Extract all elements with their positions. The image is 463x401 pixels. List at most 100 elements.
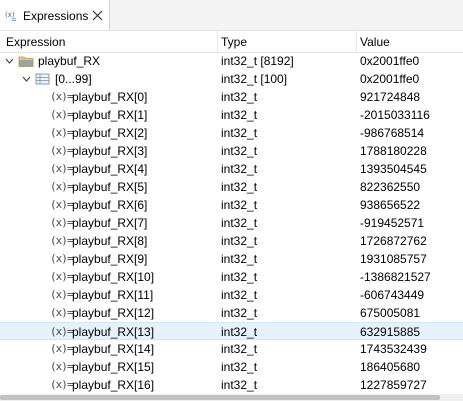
table-row[interactable]: (x)= playbuf_RX[5] int32_t 822362550 xyxy=(0,178,463,196)
view-tab-bar: (x) = Expressions xyxy=(0,0,463,30)
expression-type: int32_t xyxy=(221,270,258,284)
expression-value[interactable]: 822362550 xyxy=(360,180,420,194)
expression-value[interactable]: 0x2001ffe0 xyxy=(360,72,419,86)
table-row[interactable]: (x)= playbuf_RX[0] int32_t 921724848 xyxy=(0,88,463,106)
expression-name: playbuf_RX[2] xyxy=(72,126,148,140)
table-row[interactable]: (x)= playbuf_RX[11] int32_t -606743449 xyxy=(0,286,463,304)
expression-type: int32_t xyxy=(221,325,258,339)
expression-value[interactable]: -919452571 xyxy=(360,216,424,230)
expression-name: [0...99] xyxy=(55,72,92,86)
tree-row-range[interactable]: [0...99] int32_t [100] 0x2001ffe0 xyxy=(0,70,463,88)
expression-name: playbuf_RX[11] xyxy=(72,288,154,302)
variable-icon: (x)= xyxy=(50,162,73,175)
table-row[interactable]: (x)= playbuf_RX[4] int32_t 1393504545 xyxy=(0,160,463,178)
column-expression[interactable]: Expression xyxy=(6,35,65,49)
variable-icon: (x)= xyxy=(50,325,73,338)
expression-type: int32_t [100] xyxy=(221,72,288,86)
variable-icon: (x)= xyxy=(50,90,73,103)
expression-type: int32_t xyxy=(221,162,258,176)
variable-icon: (x)= xyxy=(50,108,73,121)
expression-type: int32_t xyxy=(221,126,258,140)
table-row[interactable]: (x)= playbuf_RX[10] int32_t -1386821527 xyxy=(0,268,463,286)
table-row[interactable]: (x)= playbuf_RX[7] int32_t -919452571 xyxy=(0,214,463,232)
expression-type: int32_t xyxy=(221,234,258,248)
expression-type: int32_t xyxy=(221,180,258,194)
expression-value[interactable]: 1931085757 xyxy=(360,252,427,266)
table-row[interactable]: (x)= playbuf_RX[13] int32_t 632915885 xyxy=(0,322,463,340)
column-header: Expression Type Value xyxy=(0,31,463,53)
expression-type: int32_t xyxy=(221,360,258,374)
expression-name: playbuf_RX[0] xyxy=(72,90,148,104)
table-row[interactable]: (x)= playbuf_RX[12] int32_t 675005081 xyxy=(0,304,463,322)
expression-name: playbuf_RX[6] xyxy=(72,198,148,212)
expression-type: int32_t xyxy=(221,252,258,266)
variable-icon: (x)= xyxy=(50,126,73,139)
variable-icon: (x)= xyxy=(50,144,73,157)
tab-title: Expressions xyxy=(23,9,89,23)
expression-type: int32_t xyxy=(221,216,258,230)
tree-row-root[interactable]: playbuf_RX int32_t [8192] 0x2001ffe0 xyxy=(0,52,463,70)
variable-icon: (x)= xyxy=(50,378,73,391)
folder-icon xyxy=(18,56,34,67)
expression-value[interactable]: -606743449 xyxy=(360,288,424,302)
expression-value[interactable]: 1227859727 xyxy=(360,378,427,392)
chevron-down-icon[interactable] xyxy=(5,57,14,65)
expression-type: int32_t xyxy=(221,306,258,320)
array-icon xyxy=(35,73,50,85)
expression-name: playbuf_RX[15] xyxy=(72,360,155,374)
horizontal-scrollbar[interactable] xyxy=(0,394,463,401)
expression-value[interactable]: 632915885 xyxy=(360,325,420,339)
expression-type: int32_t xyxy=(221,288,258,302)
tab-expressions[interactable]: (x) = Expressions xyxy=(0,0,110,30)
variable-icon: (x)= xyxy=(50,180,73,193)
expression-type: int32_t xyxy=(221,342,258,356)
scrollbar-thumb[interactable] xyxy=(0,395,440,400)
table-row[interactable]: (x)= playbuf_RX[14] int32_t 1743532439 xyxy=(0,340,463,358)
expression-value[interactable]: 186405680 xyxy=(360,360,420,374)
table-row[interactable]: (x)= playbuf_RX[8] int32_t 1726872762 xyxy=(0,232,463,250)
column-type[interactable]: Type xyxy=(221,35,247,49)
expression-value[interactable]: 1788180228 xyxy=(360,144,427,158)
expression-name: playbuf_RX[7] xyxy=(72,216,148,230)
expression-value[interactable]: 675005081 xyxy=(360,306,420,320)
chevron-down-icon[interactable] xyxy=(22,75,31,83)
expression-value[interactable]: 1393504545 xyxy=(360,162,427,176)
column-divider[interactable] xyxy=(217,31,218,52)
expression-value[interactable]: -986768514 xyxy=(360,126,424,140)
variable-icon: (x)= xyxy=(50,270,73,283)
table-row[interactable]: (x)= playbuf_RX[6] int32_t 938656522 xyxy=(0,196,463,214)
expression-value[interactable]: -1386821527 xyxy=(360,270,431,284)
expression-type: int32_t xyxy=(221,144,258,158)
table-row[interactable]: (x)= playbuf_RX[9] int32_t 1931085757 xyxy=(0,250,463,268)
expression-value[interactable]: 938656522 xyxy=(360,198,420,212)
expression-value[interactable]: -2015033116 xyxy=(360,108,430,122)
expression-name: playbuf_RX[8] xyxy=(72,234,148,248)
variable-icon: (x)= xyxy=(50,198,73,211)
expression-value[interactable]: 0x2001ffe0 xyxy=(360,54,419,68)
close-icon[interactable] xyxy=(92,10,103,21)
table-row[interactable]: (x)= playbuf_RX[3] int32_t 1788180228 xyxy=(0,142,463,160)
expression-name: playbuf_RX[3] xyxy=(72,144,148,158)
expression-type: int32_t [8192] xyxy=(221,54,294,68)
column-value[interactable]: Value xyxy=(360,35,390,49)
expression-type: int32_t xyxy=(221,378,258,392)
expression-type: int32_t xyxy=(221,198,258,212)
expression-name: playbuf_RX[16] xyxy=(72,378,155,392)
variable-icon: (x)= xyxy=(50,342,73,355)
variable-icon: (x)= xyxy=(50,306,73,319)
expression-value[interactable]: 921724848 xyxy=(360,90,420,104)
table-row[interactable]: (x)= playbuf_RX[1] int32_t -2015033116 xyxy=(0,106,463,124)
table-row[interactable]: (x)= playbuf_RX[16] int32_t 1227859727 xyxy=(0,376,463,394)
expression-value[interactable]: 1743532439 xyxy=(360,342,427,356)
expression-name: playbuf_RX[1] xyxy=(72,108,148,122)
expression-name: playbuf_RX[12] xyxy=(72,306,155,320)
expression-name: playbuf_RX xyxy=(38,54,101,68)
column-divider[interactable] xyxy=(356,31,357,52)
table-row[interactable]: (x)= playbuf_RX[15] int32_t 186405680 xyxy=(0,358,463,376)
variable-icon: (x)= xyxy=(50,288,73,301)
table-row[interactable]: (x)= playbuf_RX[2] int32_t -986768514 xyxy=(0,124,463,142)
svg-text:=: = xyxy=(11,16,17,22)
expression-type: int32_t xyxy=(221,108,258,122)
expression-name: playbuf_RX[13] xyxy=(72,325,155,339)
expression-value[interactable]: 1726872762 xyxy=(360,234,427,248)
